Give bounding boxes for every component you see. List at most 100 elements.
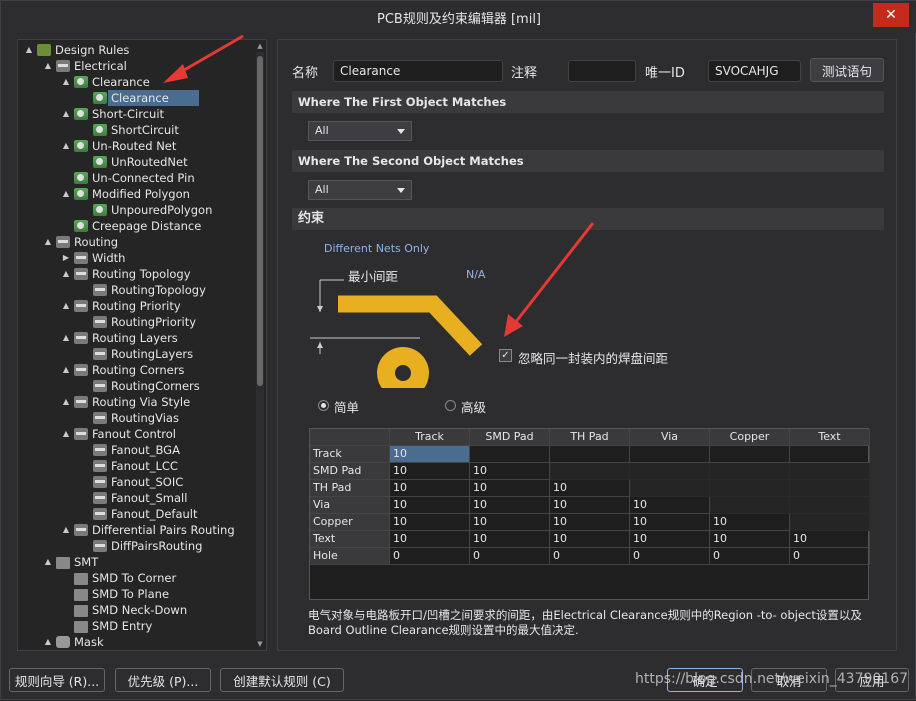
rule-tree[interactable]: ▲ ▼ ▲ Design Rules ▲ Electrical ▲ Clearance Cl… (17, 39, 267, 651)
tree-scrollbar[interactable] (256, 52, 264, 640)
tree-item[interactable]: ▲ Electrical (43, 58, 127, 74)
matrix-cell[interactable]: 10 (470, 531, 550, 548)
tree-item[interactable]: Clearance (80, 90, 199, 106)
tree-item[interactable]: ▲ Routing Via Style (61, 394, 190, 410)
matrix-cell[interactable]: 10 (710, 531, 790, 548)
collapse-arrow-icon[interactable]: ▲ (61, 522, 71, 538)
tree-item[interactable]: RoutingLayers (80, 346, 193, 362)
collapse-arrow-icon[interactable]: ▲ (61, 362, 71, 378)
scroll-down-icon[interactable]: ▼ (256, 640, 264, 648)
matrix-cell[interactable]: 0 (470, 548, 550, 565)
matrix-cell[interactable] (630, 446, 710, 463)
tree-item[interactable]: ▲ SMT (43, 554, 98, 570)
expand-arrow-icon[interactable]: ▶ (61, 250, 71, 266)
tree-item[interactable]: ▲ Routing Corners (61, 362, 185, 378)
tree-item[interactable]: SMD Neck-Down (61, 602, 187, 618)
tree-item[interactable]: SMD Entry (61, 618, 152, 634)
collapse-arrow-icon[interactable]: ▲ (61, 298, 71, 314)
collapse-arrow-icon[interactable]: ▲ (61, 74, 71, 90)
collapse-arrow-icon[interactable]: ▲ (24, 42, 34, 58)
collapse-arrow-icon[interactable]: ▲ (43, 634, 53, 650)
tree-item[interactable]: Fanout_LCC (80, 458, 178, 474)
tree-item[interactable]: ▲ Differential Pairs Routing (61, 522, 235, 538)
rule-wizard-button[interactable]: 规则向导 (R)... (9, 668, 105, 692)
tree-item[interactable]: ▲ Fanout Control (61, 426, 176, 442)
tree-item[interactable]: DiffPairsRouting (80, 538, 202, 554)
tree-item[interactable]: ▲ Routing Priority (61, 298, 181, 314)
tree-item[interactable]: ▲ Design Rules (24, 42, 129, 58)
matrix-cell[interactable]: 10 (390, 446, 470, 463)
collapse-arrow-icon[interactable]: ▲ (61, 138, 71, 154)
create-default-rules-button[interactable]: 创建默认规则 (C) (220, 668, 344, 692)
tree-item[interactable]: ▲ Routing Layers (61, 330, 178, 346)
matrix-cell[interactable]: 0 (710, 548, 790, 565)
scroll-up-icon[interactable]: ▲ (256, 42, 264, 50)
uid-field[interactable]: SVOCAHJG (708, 60, 801, 82)
tree-item[interactable]: RoutingVias (80, 410, 179, 426)
tree-item[interactable]: Un-Connected Pin (61, 170, 195, 186)
ignore-pad-checkbox[interactable]: ✓ (499, 349, 512, 362)
first-match-select[interactable]: All (308, 121, 412, 141)
collapse-arrow-icon[interactable]: ▲ (61, 186, 71, 202)
collapse-arrow-icon[interactable]: ▲ (61, 426, 71, 442)
tree-item[interactable]: Creepage Distance (61, 218, 201, 234)
matrix-cell[interactable]: 0 (550, 548, 630, 565)
tree-item[interactable]: Fanout_BGA (80, 442, 180, 458)
name-field[interactable]: Clearance (333, 60, 503, 82)
tree-item[interactable]: ShortCircuit (80, 122, 179, 138)
priority-button[interactable]: 优先级 (P)... (115, 668, 211, 692)
scrollbar-thumb[interactable] (257, 56, 263, 386)
matrix-cell[interactable] (550, 446, 630, 463)
tree-item[interactable]: RoutingCorners (80, 378, 200, 394)
matrix-cell[interactable]: 10 (550, 497, 630, 514)
tree-item[interactable]: SMD To Corner (61, 570, 176, 586)
tree-item[interactable]: UnpouredPolygon (80, 202, 212, 218)
tree-item[interactable]: ▶ Width (61, 250, 126, 266)
clearance-matrix[interactable]: Track SMD Pad TH Pad Via Copper Text Track 10 SM… (309, 428, 870, 600)
comment-field[interactable] (568, 60, 636, 82)
advanced-radio[interactable] (445, 400, 456, 411)
tree-item[interactable]: ▲ Routing (43, 234, 118, 250)
matrix-cell[interactable]: 0 (630, 548, 710, 565)
collapse-arrow-icon[interactable]: ▲ (43, 58, 53, 74)
tree-item[interactable]: Fanout_Small (80, 490, 187, 506)
collapse-arrow-icon[interactable]: ▲ (61, 266, 71, 282)
tree-item[interactable]: ▲ Clearance (61, 74, 150, 90)
tree-item[interactable]: Fanout_SOIC (80, 474, 183, 490)
collapse-arrow-icon[interactable]: ▲ (43, 234, 53, 250)
matrix-cell[interactable]: 10 (630, 514, 710, 531)
collapse-arrow-icon[interactable]: ▲ (61, 330, 71, 346)
matrix-cell[interactable]: 10 (470, 514, 550, 531)
matrix-cell[interactable]: 10 (550, 480, 630, 497)
matrix-cell[interactable]: 10 (470, 463, 550, 480)
matrix-cell[interactable]: 10 (470, 497, 550, 514)
matrix-cell[interactable]: 10 (550, 531, 630, 548)
matrix-cell[interactable] (470, 446, 550, 463)
matrix-cell[interactable]: 10 (470, 480, 550, 497)
matrix-cell[interactable]: 10 (790, 531, 870, 548)
tree-item[interactable]: ▲ Short-Circuit (61, 106, 164, 122)
simple-radio[interactable] (318, 400, 329, 411)
tree-item[interactable]: RoutingPriority (80, 314, 196, 330)
tree-item[interactable]: SMD To Plane (61, 586, 169, 602)
test-query-button[interactable]: 测试语句 (810, 58, 884, 82)
tree-item[interactable]: RoutingTopology (80, 282, 206, 298)
matrix-cell[interactable]: 10 (710, 514, 790, 531)
matrix-cell[interactable]: 0 (790, 548, 870, 565)
tree-item[interactable]: ▲ Modified Polygon (61, 186, 190, 202)
tree-item[interactable]: Fanout_Default (80, 506, 198, 522)
matrix-cell[interactable]: 10 (390, 463, 470, 480)
second-match-select[interactable]: All (308, 180, 412, 200)
collapse-arrow-icon[interactable]: ▲ (43, 554, 53, 570)
tree-item[interactable]: UnRoutedNet (80, 154, 188, 170)
matrix-cell[interactable]: 10 (630, 531, 710, 548)
collapse-arrow-icon[interactable]: ▲ (61, 106, 71, 122)
matrix-cell[interactable]: 10 (390, 531, 470, 548)
tree-item[interactable]: ▲ Mask (43, 634, 104, 650)
matrix-cell[interactable] (790, 446, 870, 463)
matrix-cell[interactable]: 10 (630, 497, 710, 514)
tree-item[interactable]: ▲ Un-Routed Net (61, 138, 176, 154)
matrix-cell[interactable]: 10 (390, 514, 470, 531)
tree-item[interactable]: ▲ Routing Topology (61, 266, 191, 282)
matrix-cell[interactable]: 0 (390, 548, 470, 565)
